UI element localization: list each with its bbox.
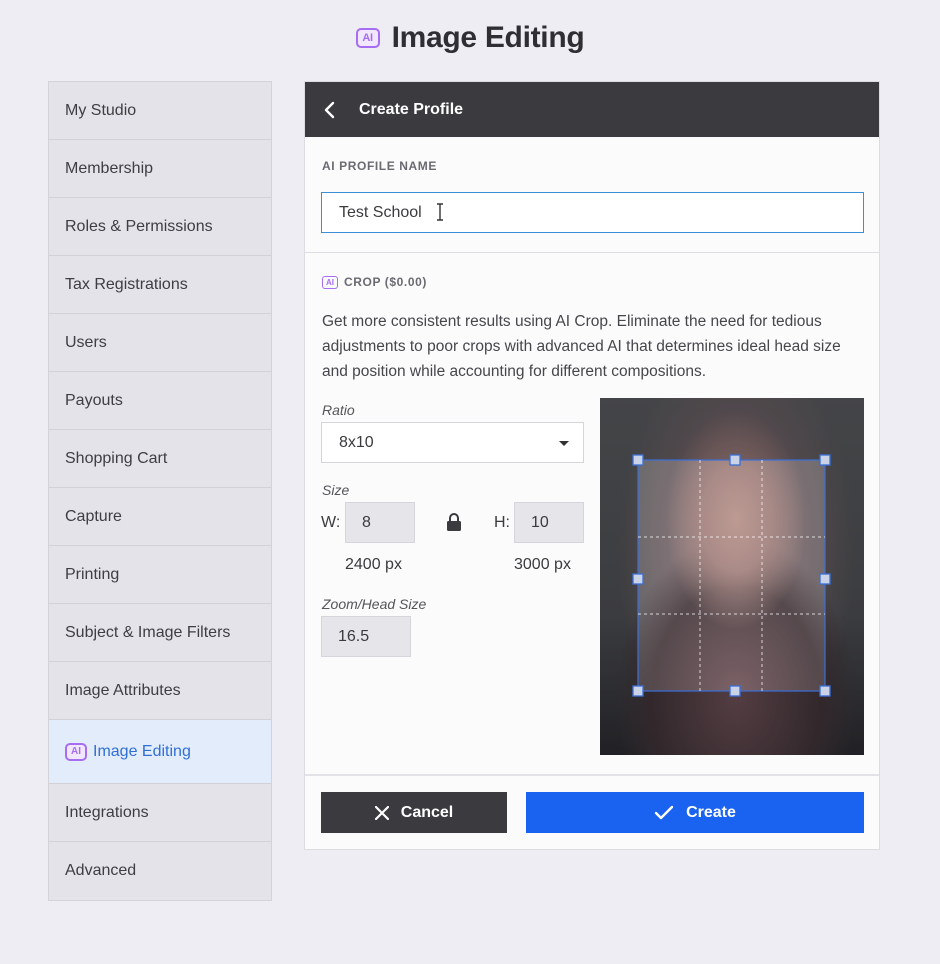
ratio-select[interactable]: 8x10 [321,422,584,463]
page-title-text: Image Editing [391,21,585,54]
sidebar-item-shopping-cart[interactable]: Shopping Cart [49,430,271,488]
sidebar-item-label: Capture [65,507,122,525]
crop-overlay [600,398,864,755]
width-label: W: [321,514,341,531]
sidebar: My Studio Membership Roles & Permissions… [48,81,272,901]
sidebar-item-image-attributes[interactable]: Image Attributes [49,662,271,720]
sidebar-item-label: Users [65,333,107,351]
sidebar-item-label: Tax Registrations [65,275,188,293]
zoom-input[interactable]: 16.5 [321,616,411,657]
height-input[interactable]: 10 [514,502,584,543]
text-cursor-icon [437,203,443,221]
sidebar-item-label: Payouts [65,391,123,409]
sidebar-item-payouts[interactable]: Payouts [49,372,271,430]
back-arrow-icon[interactable] [323,100,343,120]
sidebar-item-users[interactable]: Users [49,314,271,372]
create-label: Create [686,803,736,821]
crop-description: Get more consistent results using AI Cro… [322,313,841,380]
sidebar-item-label: Shopping Cart [65,449,168,467]
sidebar-item-advanced[interactable]: Advanced [49,842,271,900]
sidebar-item-label: Roles & Permissions [65,217,213,235]
sidebar-item-label: Printing [65,565,120,583]
sidebar-item-label: Subject & Image Filters [65,623,231,641]
height-label: H: [494,514,510,531]
ai-icon: AI [355,28,380,48]
cancel-button[interactable]: Cancel [321,792,507,833]
sidebar-item-label: My Studio [65,101,137,119]
width-input[interactable]: 8 [345,502,415,543]
sidebar-item-subject-image-filters[interactable]: Subject & Image Filters [49,604,271,662]
sidebar-item-image-editing[interactable]: AI Image Editing [49,720,271,784]
size-label: Size [322,482,350,498]
sidebar-item-my-studio[interactable]: My Studio [49,82,271,140]
panel-title: Create Profile [359,100,464,118]
sidebar-item-label: Membership [65,159,154,177]
footer-divider [305,774,879,776]
page-title: AI Image Editing [0,18,940,58]
sidebar-item-label: Image Attributes [65,681,181,699]
profile-name-input[interactable] [321,192,864,233]
ratio-label: Ratio [322,402,355,418]
close-icon [374,805,389,820]
section-divider [305,252,879,253]
create-profile-panel: Create Profile AI PROFILE NAME AI CROP (… [304,81,880,850]
lock-icon[interactable] [446,512,462,532]
checkmark-icon [654,805,674,819]
cancel-label: Cancel [400,803,454,821]
crop-section-label: AI CROP ($0.00) [322,275,427,289]
sidebar-item-label: Advanced [65,862,137,879]
crop-preview-image [600,398,864,755]
panel-header: Create Profile [305,82,879,137]
width-px: 2400 px [345,556,402,573]
sidebar-item-capture[interactable]: Capture [49,488,271,546]
crop-label-text: CROP ($0.00) [344,275,428,289]
chevron-down-icon [559,441,569,446]
sidebar-item-integrations[interactable]: Integrations [49,784,271,842]
zoom-label: Zoom/Head Size [322,596,427,612]
sidebar-item-label: Image Editing [93,742,191,760]
sidebar-item-tax-registrations[interactable]: Tax Registrations [49,256,271,314]
sidebar-item-printing[interactable]: Printing [49,546,271,604]
create-button[interactable]: Create [526,792,864,833]
sidebar-item-membership[interactable]: Membership [49,140,271,198]
sidebar-item-roles-permissions[interactable]: Roles & Permissions [49,198,271,256]
ratio-value: 8x10 [339,433,374,451]
height-px: 3000 px [514,556,571,573]
profile-name-label: AI PROFILE NAME [322,159,438,173]
ai-icon: AI [65,742,87,761]
sidebar-item-label: Integrations [65,803,149,821]
ai-icon: AI [322,275,338,289]
